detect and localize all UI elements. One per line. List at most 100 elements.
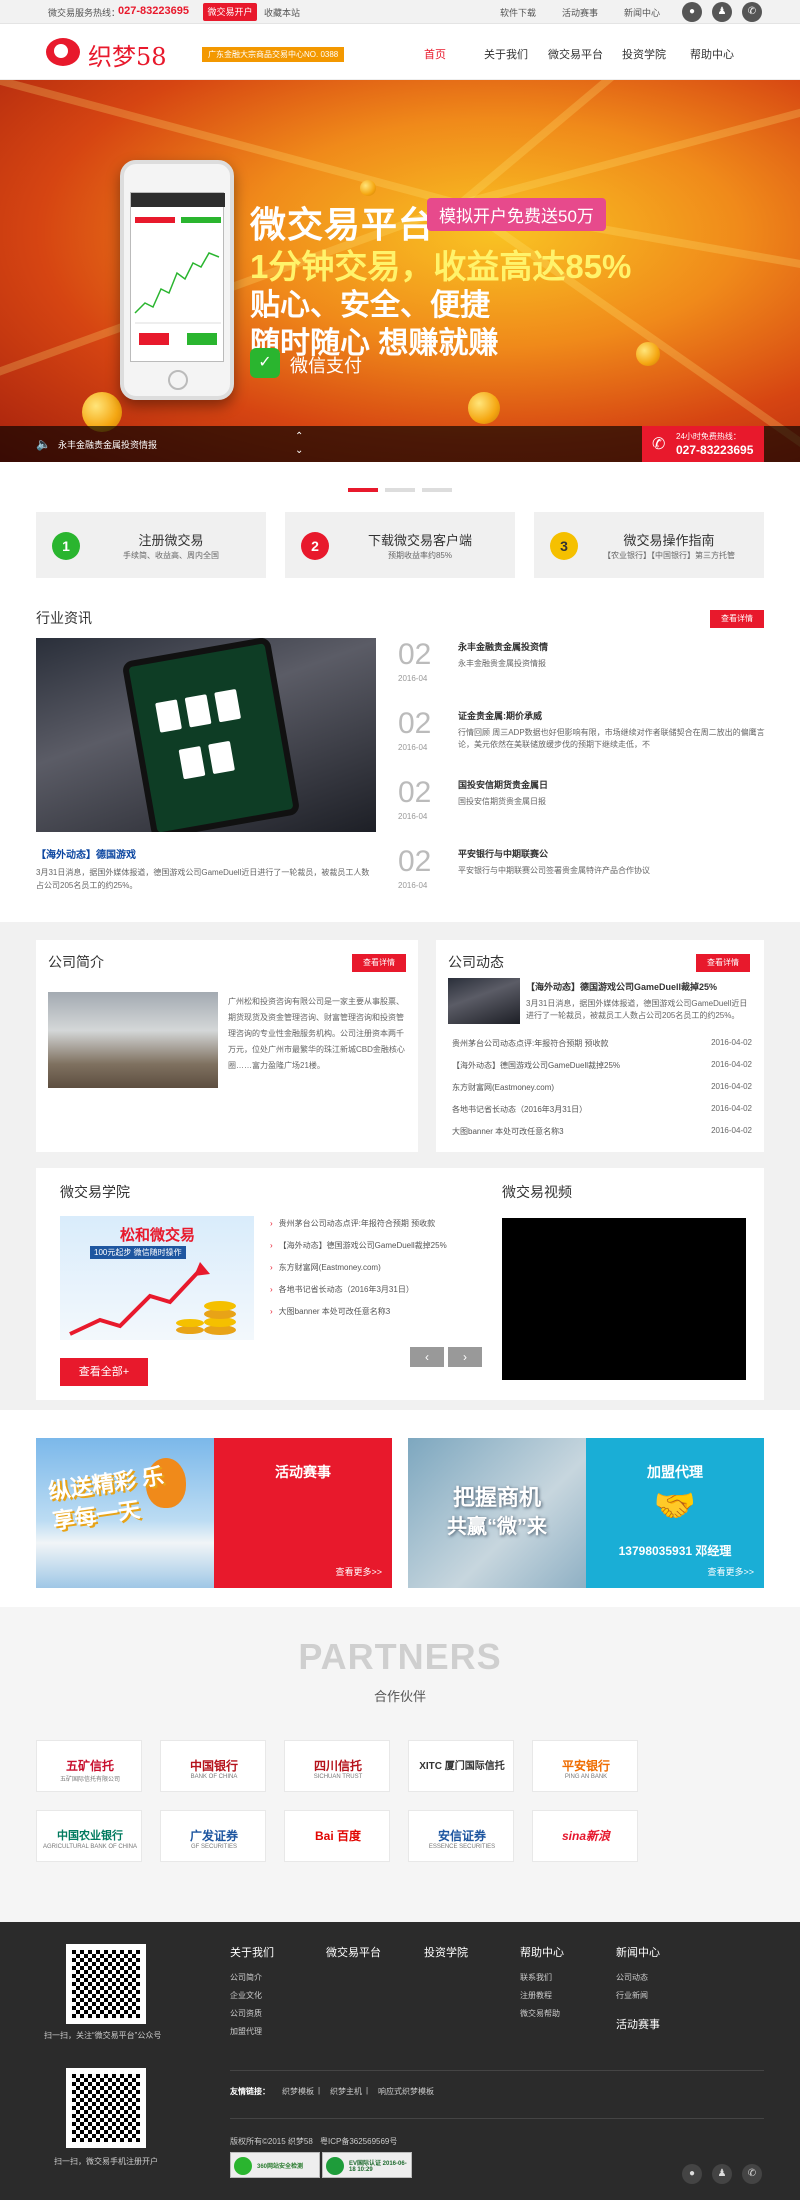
company-intro-more-button[interactable]: 查看详情: [352, 954, 406, 972]
list-item-title[interactable]: 贵州茅台公司动态点评:年报符合预期 预收款: [452, 1039, 608, 1048]
logo-text[interactable]: 织梦58: [88, 37, 167, 72]
friend-link[interactable]: 织梦主机: [330, 2086, 362, 2097]
footer-link[interactable]: 公司资质: [230, 2008, 262, 2019]
list-item[interactable]: › 大图banner 本处可改任意名称3: [270, 1306, 490, 1320]
top-link-software[interactable]: 软件下载: [500, 6, 536, 19]
nav-home[interactable]: 首页: [424, 46, 446, 62]
footer-col-events[interactable]: 活动赛事: [616, 2016, 660, 2032]
open-account-button[interactable]: 微交易开户: [203, 3, 257, 21]
footer-link[interactable]: 企业文化: [230, 1990, 262, 2001]
footer-link[interactable]: 公司动态: [616, 1972, 648, 1983]
partner-logo-sichuan-trust[interactable]: 四川信托 SICHUAN TRUST: [284, 1740, 390, 1792]
footer-col-about[interactable]: 关于我们: [230, 1944, 274, 1960]
news-item[interactable]: 02 2016-04 证金贵金属:期价承威 行情回顾 周三ADP数据也好但影响有…: [398, 707, 768, 769]
prev-arrow-button[interactable]: ‹: [410, 1347, 444, 1367]
next-arrow-button[interactable]: ›: [448, 1347, 482, 1367]
list-item[interactable]: › 东方财富网(Eastmoney.com): [270, 1262, 490, 1276]
nav-help[interactable]: 帮助中心: [690, 46, 734, 62]
banner-tag[interactable]: 模拟开户免费送50万: [427, 198, 606, 231]
top-link-events[interactable]: 活动赛事: [562, 6, 598, 19]
partner-logo-baidu[interactable]: Bai 百度: [284, 1810, 390, 1862]
news-feature-caption[interactable]: 【海外动态】德国游戏: [36, 846, 136, 861]
list-item-title[interactable]: 大图banner 本处可改任意名称3: [452, 1127, 564, 1136]
partner-logo-gf[interactable]: 广发证券 GF SECURITIES: [160, 1810, 266, 1862]
list-item[interactable]: 【海外动态】德国游戏公司GameDuell裁掉25% 2016-04-02: [452, 1060, 752, 1074]
friend-link[interactable]: 响应式织梦模板: [378, 2086, 434, 2097]
list-item[interactable]: › 【海外动态】德国游戏公司GameDuell裁掉25%: [270, 1240, 490, 1254]
news-item[interactable]: 02 2016-04 永丰金融贵金属投资情 永丰金融贵金属投资情报: [398, 638, 768, 700]
news-title[interactable]: 平安银行与中期联赛公: [458, 847, 548, 860]
academy-image[interactable]: 松和微交易 100元起步 微信随时操作: [60, 1216, 254, 1340]
events-more-link[interactable]: 查看更多>>: [335, 1565, 382, 1578]
footer-col-academy[interactable]: 投资学院: [424, 1944, 468, 1960]
news-title[interactable]: 国投安信期货贵金属日: [458, 778, 548, 791]
partner-logo-abc[interactable]: 中国农业银行 AGRICULTURAL BANK OF CHINA: [36, 1810, 142, 1862]
hero-banner[interactable]: 微交易平台 模拟开户免费送50万 1分钟交易，收益高达85% 贴心、安全、便捷 …: [0, 80, 800, 462]
list-item[interactable]: 大图banner 本处可改任意名称3 2016-04-02: [452, 1126, 752, 1140]
qq-icon[interactable]: ♟: [712, 2164, 732, 2184]
list-item-title[interactable]: 东方财富网(Eastmoney.com): [279, 1263, 381, 1272]
footer-col-platform[interactable]: 微交易平台: [326, 1944, 381, 1960]
step-register[interactable]: 1 注册微交易 手续简、收益高、周内全国: [36, 512, 266, 578]
list-item-title[interactable]: 各地书记省长动态（2016年3月31日）: [279, 1285, 414, 1294]
wechat-icon[interactable]: ●: [682, 2164, 702, 2184]
company-news-more-button[interactable]: 查看详情: [696, 954, 750, 972]
list-item-title[interactable]: 【海外动态】德国游戏公司GameDuell裁掉25%: [452, 1061, 620, 1070]
cert-badge-ev[interactable]: EV国际认证 2016-06-18 10:29: [322, 2152, 412, 2178]
friend-link[interactable]: 织梦模板: [282, 2086, 314, 2097]
list-item[interactable]: › 各地书记省长动态（2016年3月31日）: [270, 1284, 490, 1298]
list-item-title[interactable]: 贵州茅台公司动态点评:年报符合预期 预收款: [279, 1219, 435, 1228]
carousel-dot[interactable]: [422, 488, 452, 492]
carousel-dot[interactable]: [385, 488, 415, 492]
step-guide[interactable]: 3 微交易操作指南 【农业银行】【中国银行】第三方托管: [534, 512, 764, 578]
news-title[interactable]: 证金贵金属:期价承威: [458, 709, 542, 722]
company-news-thumbnail[interactable]: [448, 978, 520, 1024]
partner-logo-essence[interactable]: 安信证券 ESSENCE SECURITIES: [408, 1810, 514, 1862]
logo-icon[interactable]: [46, 38, 80, 66]
partner-logo-xitc[interactable]: XITC 厦门国际信托: [408, 1740, 514, 1792]
qq-icon[interactable]: ♟: [712, 2, 732, 22]
carousel-dot-active[interactable]: [348, 488, 378, 492]
partner-logo-sina[interactable]: sina新浪: [532, 1810, 638, 1862]
phone-icon[interactable]: ✆: [742, 2, 762, 22]
nav-academy[interactable]: 投资学院: [622, 46, 666, 62]
news-item[interactable]: 02 2016-04 平安银行与中期联赛公 平安银行与中期联赛公司签署贵金属特许…: [398, 845, 768, 907]
list-item-title[interactable]: 【海外动态】德国游戏公司GameDuell裁掉25%: [279, 1241, 447, 1250]
news-title[interactable]: 永丰金融贵金属投资情: [458, 640, 548, 653]
list-item-title[interactable]: 东方财富网(Eastmoney.com): [452, 1083, 554, 1092]
footer-link[interactable]: 微交易帮助: [520, 2008, 560, 2019]
footer-col-help[interactable]: 帮助中心: [520, 1944, 564, 1960]
cert-badge-360[interactable]: 360网站安全检测: [230, 2152, 320, 2178]
bookmark-link[interactable]: 收藏本站: [264, 6, 300, 19]
agency-promo[interactable]: 把握商机 共赢“微”来 加盟代理 🤝 13798035931 邓经理 查看更多>…: [408, 1438, 764, 1588]
list-item[interactable]: 贵州茅台公司动态点评:年报符合预期 预收款 2016-04-02: [452, 1038, 752, 1052]
events-promo[interactable]: 纵送精彩 乐享每一天 活动赛事 查看更多>>: [36, 1438, 392, 1588]
footer-link[interactable]: 联系我们: [520, 1972, 552, 1983]
company-news-headline[interactable]: 【海外动态】德国游戏公司GameDuell裁掉25%: [526, 980, 717, 993]
view-all-button[interactable]: 查看全部+: [60, 1358, 148, 1386]
phone-icon[interactable]: ✆: [742, 2164, 762, 2184]
news-feature-image[interactable]: [36, 638, 376, 832]
hotline-box[interactable]: ✆ 24小时免费热线： 027-83223695: [642, 426, 764, 462]
step-download[interactable]: 2 下载微交易客户端 预期收益率约85%: [285, 512, 515, 578]
agency-more-link[interactable]: 查看更多>>: [707, 1565, 754, 1578]
list-item-title[interactable]: 各地书记省长动态（2016年3月31日）: [452, 1105, 587, 1114]
partner-logo-boc[interactable]: 中国银行 BANK OF CHINA: [160, 1740, 266, 1792]
partner-logo-pingan[interactable]: 平安银行 PING AN BANK: [532, 1740, 638, 1792]
footer-col-news[interactable]: 新闻中心: [616, 1944, 660, 1960]
top-link-news[interactable]: 新闻中心: [624, 6, 660, 19]
news-more-button[interactable]: 查看详情: [710, 610, 764, 628]
footer-link[interactable]: 公司简介: [230, 1972, 262, 1983]
footer-link[interactable]: 注册教程: [520, 1990, 552, 2001]
footer-link[interactable]: 行业新闻: [616, 1990, 648, 2001]
list-item[interactable]: › 贵州茅台公司动态点评:年报符合预期 预收款: [270, 1218, 490, 1232]
ticker-arrows-icon[interactable]: ⌃ ⌄: [295, 430, 303, 458]
footer-link[interactable]: 加盟代理: [230, 2026, 262, 2037]
video-player[interactable]: [502, 1218, 746, 1380]
nav-platform[interactable]: 微交易平台: [548, 46, 603, 62]
ticker-text[interactable]: 永丰金融贵金属投资情报: [58, 438, 157, 451]
partner-logo-minmetals[interactable]: 五矿信托 五矿国际信托有限公司: [36, 1740, 142, 1792]
list-item[interactable]: 各地书记省长动态（2016年3月31日） 2016-04-02: [452, 1104, 752, 1118]
news-item[interactable]: 02 2016-04 国投安信期货贵金属日 国投安信期货贵金属日报: [398, 776, 768, 838]
nav-about[interactable]: 关于我们: [484, 46, 528, 62]
